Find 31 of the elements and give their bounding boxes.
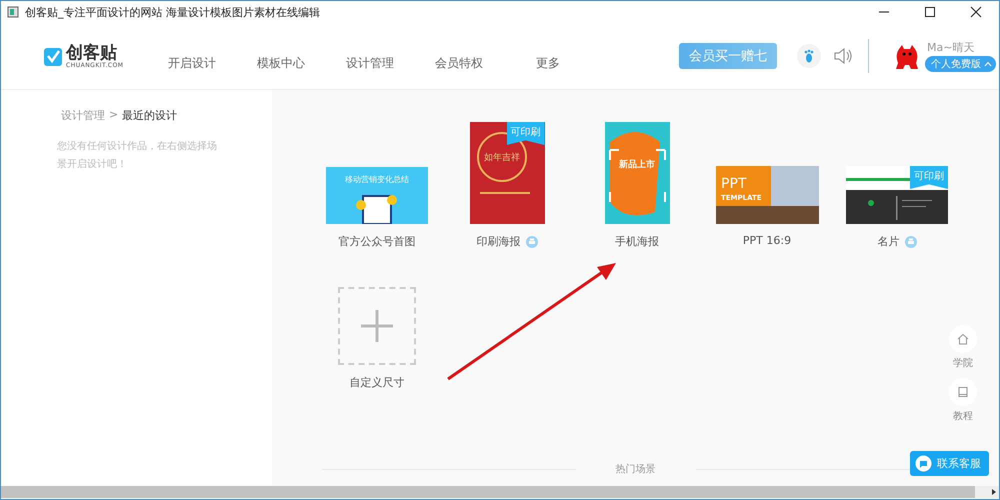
- nav-link[interactable]: 设计管理: [341, 54, 399, 72]
- nav-link[interactable]: 开启设计: [163, 54, 221, 72]
- template-label[interactable]: 官方公众号首图: [338, 234, 416, 249]
- scrollbar-thumb[interactable]: [1, 486, 975, 498]
- template-label[interactable]: PPT 16:9: [742, 234, 792, 247]
- template-label[interactable]: 名片: [878, 234, 900, 249]
- footprint-button[interactable]: [797, 44, 821, 68]
- breadcrumb-separator: >: [109, 108, 118, 123]
- app-icon: [7, 6, 19, 18]
- template-label[interactable]: 印刷海报: [476, 234, 520, 249]
- empty-message: 您没有任何设计作品，在右侧选择场景开启设计吧！: [57, 140, 217, 172]
- add-custom-size-button[interactable]: [338, 287, 416, 365]
- breadcrumb-current: 最近的设计: [122, 108, 178, 123]
- section-heading: 热门场景: [616, 462, 656, 476]
- footprint-icon: [803, 49, 815, 63]
- nav-link[interactable]: 模板中心: [252, 54, 310, 72]
- plus-icon: [359, 308, 395, 344]
- logo-wordmark: 创客贴: [66, 44, 118, 62]
- nav-link[interactable]: 会员特权: [430, 54, 488, 72]
- printer-icon: [904, 236, 916, 248]
- printer-icon: [526, 236, 538, 248]
- chat-icon: [915, 455, 932, 472]
- home-icon: [957, 333, 969, 345]
- book-icon: [957, 386, 969, 398]
- nav-link[interactable]: 更多: [519, 54, 577, 72]
- window-title: 创客贴_专注平面设计的网站 海量设计模板图片素材在线编辑: [25, 4, 321, 20]
- user-name: Ma~晴天: [927, 40, 974, 55]
- printable-ribbon: 可印刷: [910, 166, 948, 189]
- template-label[interactable]: 自定义尺寸: [350, 375, 404, 390]
- speaker-icon[interactable]: [833, 47, 853, 65]
- template-label[interactable]: 手机海报: [615, 234, 659, 249]
